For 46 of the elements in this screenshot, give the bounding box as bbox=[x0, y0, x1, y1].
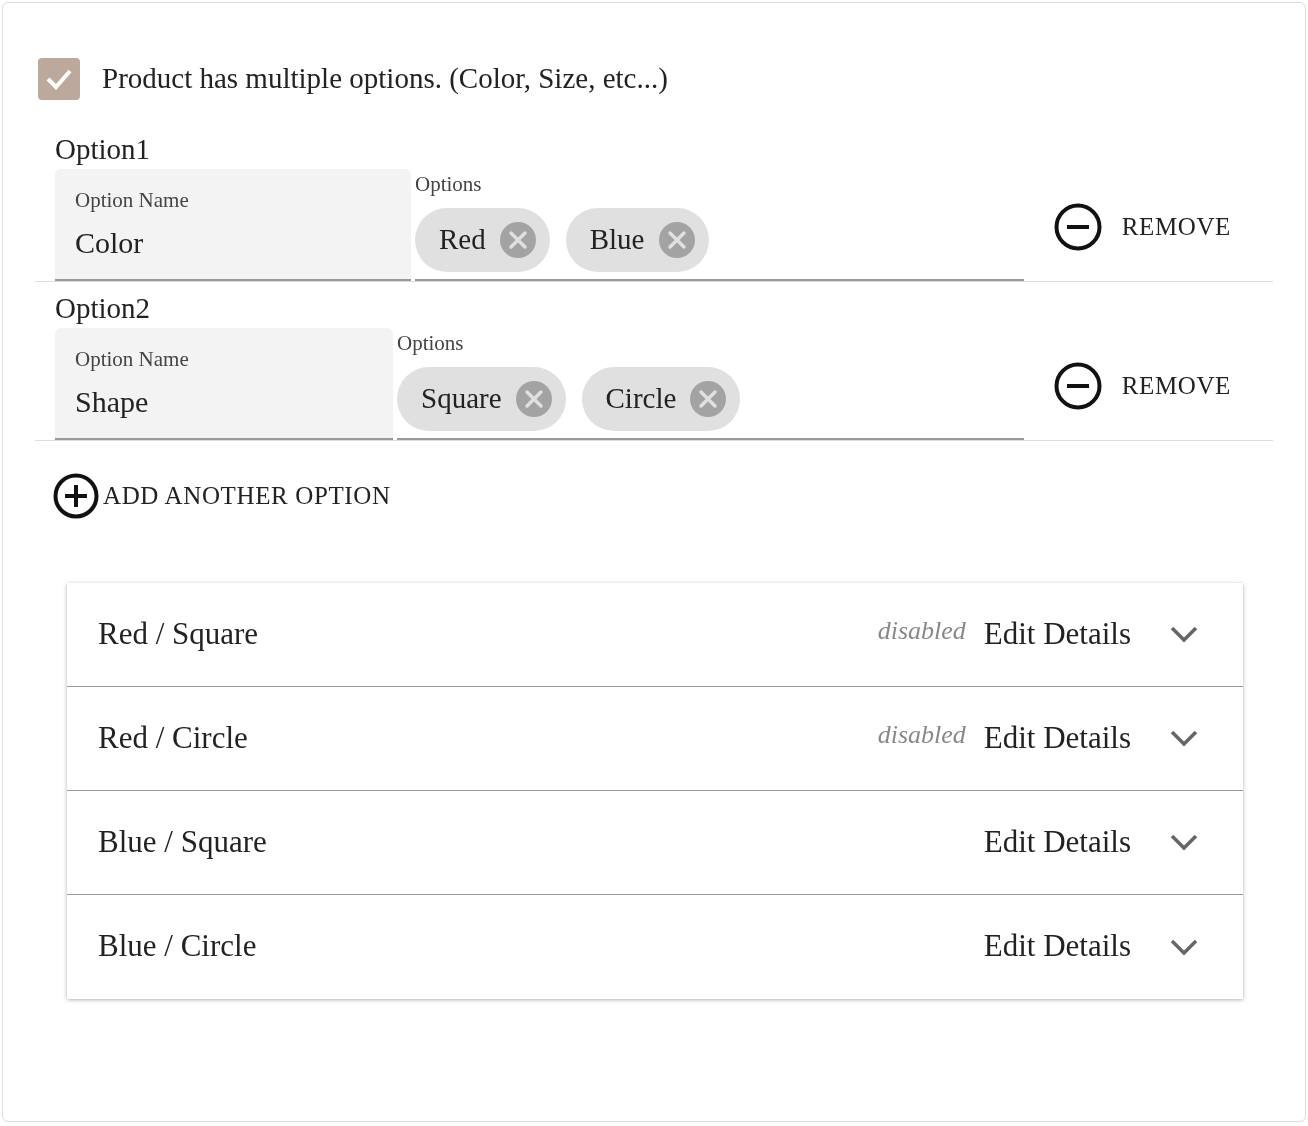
chevron-down-icon[interactable] bbox=[1169, 729, 1199, 747]
field-value: Color bbox=[75, 225, 145, 261]
variant-row[interactable]: Blue / Square Edit Details bbox=[67, 790, 1243, 895]
remove-button[interactable]: REMOVE bbox=[1053, 202, 1231, 251]
option-chip[interactable]: Circle bbox=[581, 367, 741, 431]
option-chip[interactable]: Blue bbox=[565, 208, 709, 272]
option-chip[interactable]: Red bbox=[415, 208, 550, 272]
options-field[interactable]: Options Square Circle bbox=[397, 327, 1024, 440]
chevron-down-icon[interactable] bbox=[1169, 833, 1199, 851]
variant-row[interactable]: Red / Circle disabled Edit Details bbox=[67, 686, 1243, 791]
option-chip[interactable]: Square bbox=[397, 367, 566, 431]
option-title: Option1 bbox=[55, 131, 152, 167]
plus-circle-icon bbox=[53, 472, 99, 519]
edit-details-link[interactable]: Edit Details bbox=[983, 610, 1131, 658]
option-name-field[interactable]: Option Name Color bbox=[55, 168, 411, 281]
field-label: Options bbox=[397, 329, 465, 357]
field-label: Option Name bbox=[75, 186, 190, 214]
options-field[interactable]: Options Red Blue bbox=[415, 168, 1024, 281]
minus-circle-icon bbox=[1053, 361, 1102, 410]
edit-details-link[interactable]: Edit Details bbox=[983, 818, 1131, 866]
remove-chip-icon[interactable] bbox=[690, 381, 727, 417]
field-label: Options bbox=[415, 170, 483, 198]
remove-button[interactable]: REMOVE bbox=[1053, 361, 1231, 410]
field-label: Option Name bbox=[75, 345, 190, 373]
checkbox[interactable] bbox=[38, 57, 80, 100]
variant-name: Blue / Circle bbox=[98, 927, 258, 966]
status-label: disabled bbox=[877, 614, 966, 647]
option-title: Option2 bbox=[55, 290, 152, 326]
edit-details-link[interactable]: Edit Details bbox=[983, 923, 1131, 970]
remove-chip-icon[interactable] bbox=[658, 222, 695, 258]
variant-name: Red / Square bbox=[98, 614, 260, 653]
chevron-down-icon[interactable] bbox=[1169, 937, 1199, 956]
checkbox-label: Product has multiple options. (Color, Size, etc...) bbox=[102, 61, 668, 96]
edit-details-link[interactable]: Edit Details bbox=[983, 714, 1131, 762]
variant-row[interactable]: Blue / Circle Edit Details bbox=[67, 894, 1243, 999]
variant-name: Red / Circle bbox=[98, 718, 249, 757]
chevron-down-icon[interactable] bbox=[1169, 625, 1199, 643]
variant-row[interactable]: Red / Square disabled Edit Details bbox=[67, 582, 1243, 687]
minus-circle-icon bbox=[1053, 202, 1102, 251]
variant-name: Blue / Square bbox=[98, 822, 268, 861]
remove-chip-icon[interactable] bbox=[499, 222, 536, 258]
remove-chip-icon[interactable] bbox=[515, 381, 552, 417]
add-option-button[interactable]: ADD ANOTHER OPTION bbox=[53, 472, 391, 519]
option-name-field[interactable]: Option Name Shape bbox=[55, 327, 393, 440]
field-value: Shape bbox=[75, 384, 150, 420]
status-label: disabled bbox=[877, 718, 966, 751]
